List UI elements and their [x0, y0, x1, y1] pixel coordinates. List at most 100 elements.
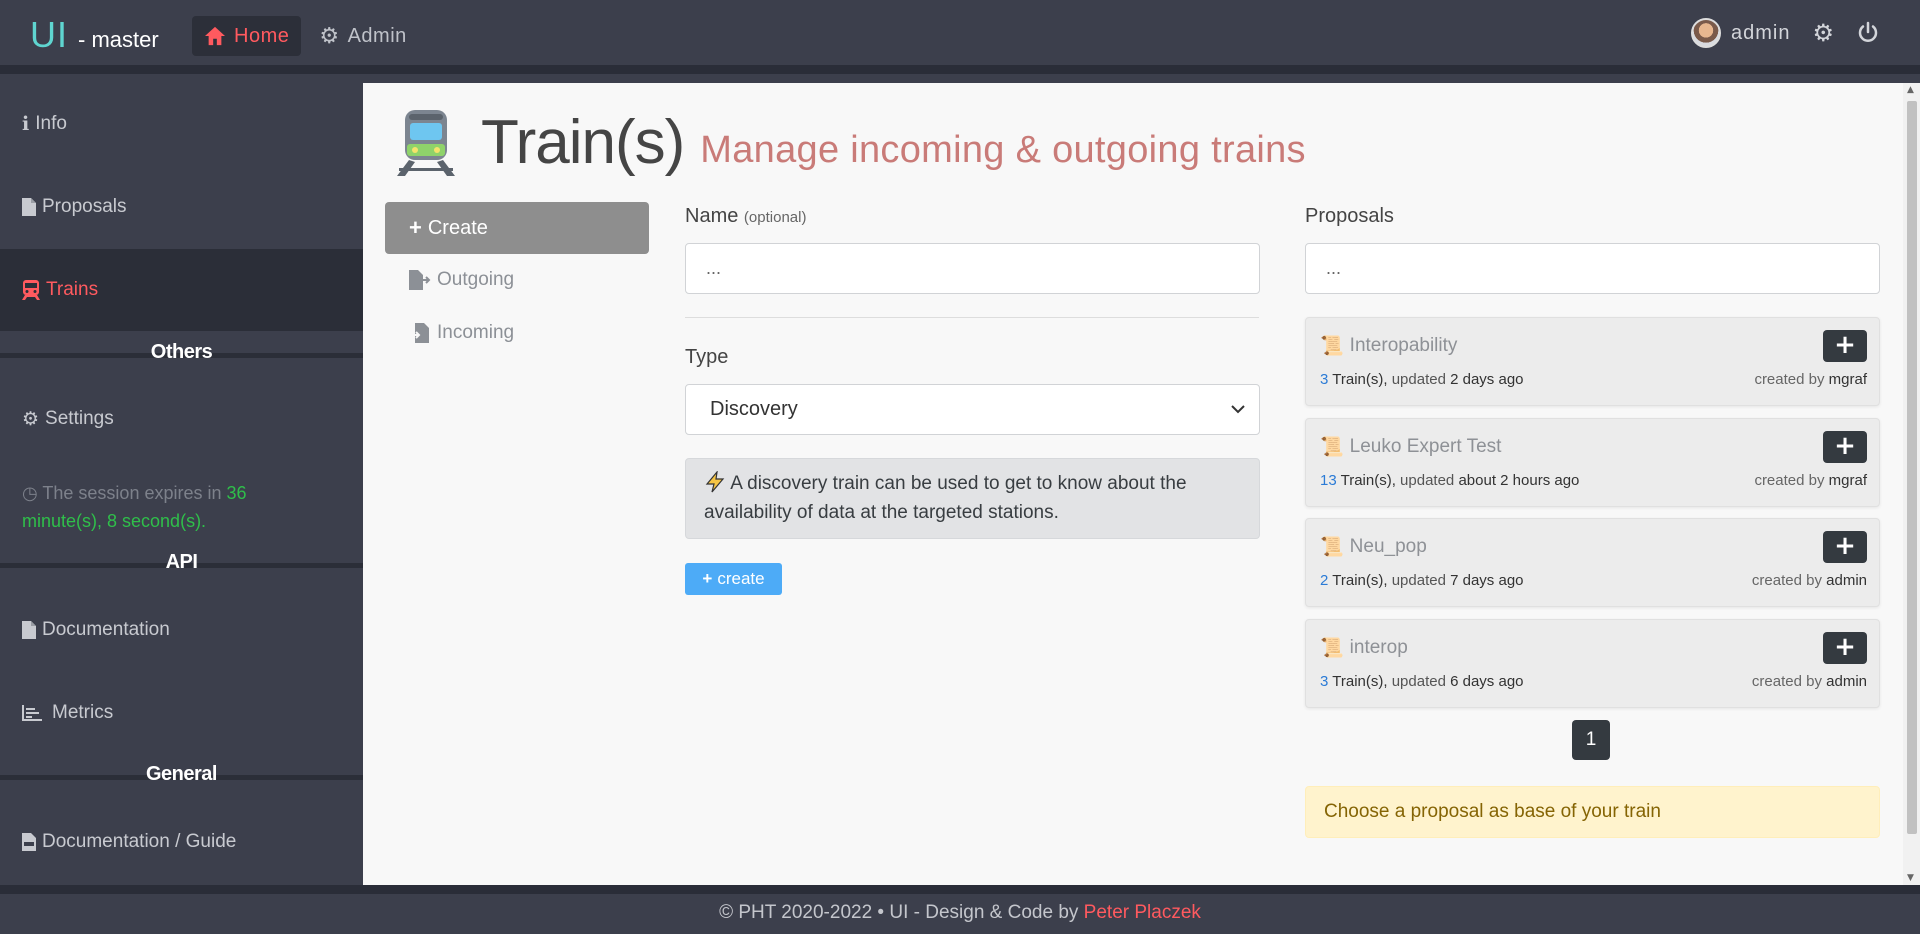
subnav-outgoing[interactable]: Outgoing — [409, 269, 514, 291]
proposal-card[interactable]: 📜 Interopability 3 Train(s), updated 2 d… — [1305, 317, 1880, 406]
lightning-icon — [705, 469, 725, 493]
proposal-title: 📜 Neu_pop — [1320, 535, 1427, 559]
scroll-icon: 📜 — [1320, 638, 1344, 659]
page-subtitle: Manage incoming & outgoing trains — [700, 129, 1306, 171]
train-icon — [22, 280, 40, 300]
type-label: Type — [685, 346, 729, 368]
nav-home[interactable]: Home — [192, 16, 302, 56]
train-emoji-icon — [397, 109, 455, 176]
sidebar-item-settings[interactable]: ⚙ Settings — [0, 378, 363, 460]
user-menu: admin ⚙ — [1691, 18, 1880, 48]
file-icon — [22, 198, 36, 216]
name-label-hint: (optional) — [743, 209, 807, 226]
type-select[interactable]: Discovery — [685, 384, 1260, 435]
file-export-icon — [409, 270, 431, 290]
proposal-author-name: admin — [1826, 673, 1867, 690]
avatar[interactable] — [1691, 18, 1721, 48]
proposals-label: Proposals — [1305, 205, 1394, 227]
chevron-down-icon — [1231, 385, 1245, 434]
session-prefix: The session expires in — [42, 483, 222, 503]
pagination-page-1[interactable]: 1 — [1572, 720, 1610, 760]
sidebar-heading-general: General — [146, 763, 217, 785]
add-train-button[interactable]: + — [1823, 531, 1867, 563]
nav-home-label: Home — [234, 24, 290, 47]
chart-icon — [22, 705, 42, 721]
proposal-trains-word: Train(s), — [1332, 572, 1388, 589]
proposal-title: 📜 interop — [1320, 636, 1408, 660]
page-title: Train(s) — [481, 108, 685, 177]
footer-author-link[interactable]: Peter Placzek — [1084, 902, 1201, 923]
sidebar-heading-api: API — [165, 551, 198, 573]
scroll-up-icon[interactable]: ▲ — [1907, 85, 1914, 95]
sidebar-item-label: Trains — [46, 279, 99, 300]
brand-logo[interactable]: UI - master — [30, 14, 159, 58]
scrollbar-thumb[interactable] — [1907, 101, 1917, 834]
proposal-card[interactable]: 📜 interop 3 Train(s), updated 6 days ago… — [1305, 619, 1880, 708]
proposal-title-text: interop — [1349, 637, 1408, 658]
add-train-button[interactable]: + — [1823, 431, 1867, 463]
footer-text: © PHT 2020-2022 • UI - Design & Code by — [719, 902, 1079, 923]
proposal-updated-word: updated — [1391, 572, 1446, 589]
proposal-meta: 13 Train(s), updated about 2 hours ago — [1320, 472, 1579, 489]
sidebar-item-metrics[interactable]: Metrics — [0, 672, 363, 754]
sidebar-item-guide[interactable]: Documentation / Guide — [0, 801, 363, 883]
subnav-incoming[interactable]: Incoming — [409, 322, 514, 344]
sidebar-item-info[interactable]: i Info — [0, 83, 363, 165]
nav-admin[interactable]: ⚙ Admin — [307, 16, 418, 56]
create-button-label: create — [717, 569, 765, 588]
add-train-button[interactable]: + — [1823, 632, 1867, 664]
proposal-author: created by admin — [1752, 673, 1867, 690]
scroll-icon: 📜 — [1320, 336, 1344, 357]
subnav-incoming-label: Incoming — [437, 322, 515, 343]
home-icon — [205, 26, 225, 46]
proposal-hint-alert: Choose a proposal as base of your train — [1305, 786, 1880, 838]
proposal-author-name: mgraf — [1828, 472, 1867, 489]
proposal-train-count: 2 — [1320, 572, 1329, 589]
type-info-box: A discovery train can be used to get to … — [685, 458, 1260, 539]
proposal-title: 📜 Leuko Expert Test — [1320, 435, 1501, 459]
proposal-author: created by mgraf — [1754, 472, 1867, 489]
proposal-author-name: mgraf — [1828, 371, 1867, 388]
proposal-updated: 2 days ago — [1450, 371, 1524, 388]
proposal-card[interactable]: 📜 Leuko Expert Test 13 Train(s), updated… — [1305, 418, 1880, 507]
gear-icon: ⚙ — [22, 408, 40, 430]
name-label-text: Name — [685, 205, 739, 227]
plus-icon: + — [702, 569, 713, 588]
scroll-down-icon[interactable]: ▼ — [1907, 873, 1914, 883]
session-timer: ◷ The session expires in 36 minute(s), 8… — [22, 479, 322, 535]
add-train-button[interactable]: + — [1823, 330, 1867, 362]
subnav-create-label: Create — [427, 216, 488, 239]
proposal-updated: 6 days ago — [1450, 673, 1524, 690]
top-navbar: UI - master Home ⚙ Admin admin ⚙ — [0, 0, 1920, 74]
pdf-icon — [22, 833, 36, 851]
gear-icon[interactable]: ⚙ — [1812, 21, 1834, 45]
proposal-card[interactable]: 📜 Neu_pop 2 Train(s), updated 7 days ago… — [1305, 518, 1880, 607]
nav-admin-label: Admin — [347, 24, 407, 47]
proposal-author-name: admin — [1826, 572, 1867, 589]
sidebar-item-label: Info — [35, 113, 67, 134]
subnav-create[interactable]: + Create — [385, 202, 649, 254]
proposal-meta: 2 Train(s), updated 7 days ago — [1320, 572, 1524, 589]
name-input[interactable]: ... — [685, 243, 1260, 294]
type-select-value: Discovery — [710, 398, 798, 420]
gear-icon: ⚙ — [319, 23, 340, 48]
sidebar-item-documentation[interactable]: Documentation — [0, 589, 363, 671]
scroll-icon: 📜 — [1320, 537, 1344, 558]
power-icon[interactable] — [1856, 21, 1880, 45]
proposal-updated: 7 days ago — [1450, 572, 1524, 589]
sidebar-item-trains[interactable]: Trains — [0, 249, 363, 331]
plus-icon: + — [409, 215, 422, 240]
proposal-updated-word: updated — [1391, 371, 1446, 388]
proposal-search-input[interactable]: ... — [1305, 243, 1880, 294]
scrollbar[interactable]: ▲ ▼ — [1903, 83, 1920, 885]
create-button[interactable]: + create — [685, 563, 782, 595]
username[interactable]: admin — [1731, 22, 1790, 45]
proposal-author: created by admin — [1752, 572, 1867, 589]
proposal-train-count: 3 — [1320, 673, 1329, 690]
clock-icon: ◷ — [22, 483, 38, 503]
proposal-train-count: 3 — [1320, 371, 1329, 388]
scroll-icon: 📜 — [1320, 437, 1344, 458]
proposal-updated-word: updated — [1400, 472, 1455, 489]
file-icon — [22, 621, 36, 639]
sidebar-item-proposals[interactable]: Proposals — [0, 166, 363, 248]
